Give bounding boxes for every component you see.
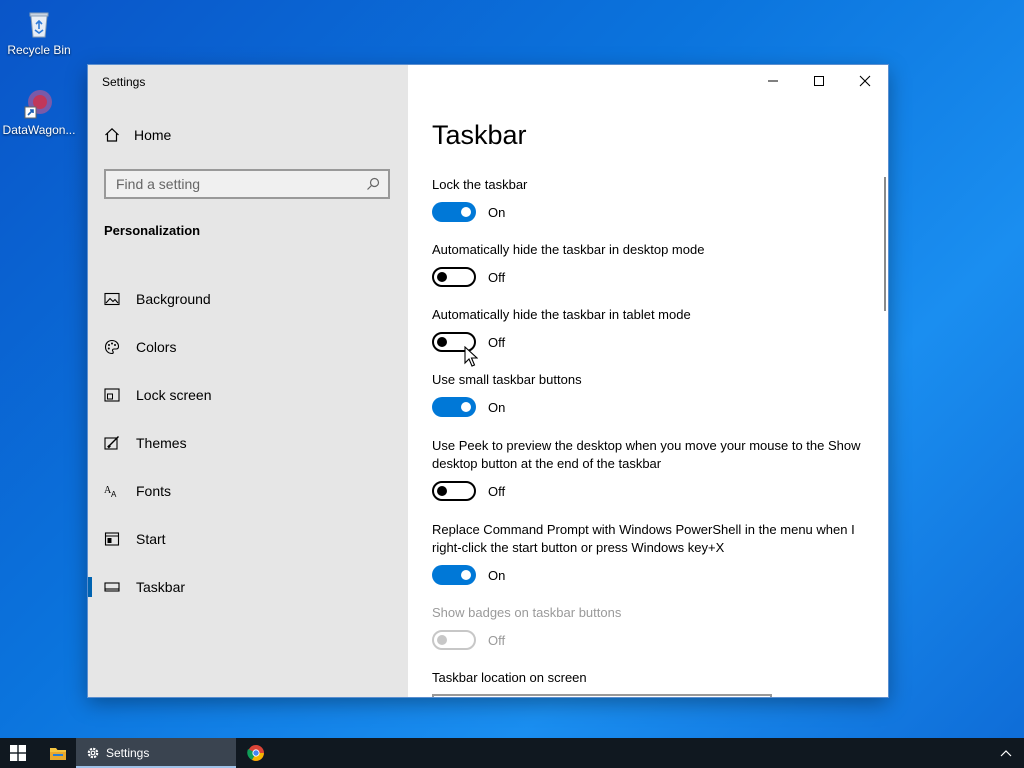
toggle-state-text: On [488,567,506,583]
badges-toggle [432,630,476,650]
start-button[interactable] [0,738,36,768]
sidebar-item-themes[interactable]: Themes [88,419,408,467]
setting-label: Lock the taskbar [432,177,528,192]
lock-screen-icon [104,387,120,403]
fonts-icon: AA [104,483,120,499]
search-icon[interactable] [366,177,380,191]
settings-window: Settings Home Find a setting Personaliza… [88,65,888,697]
powershell-toggle[interactable] [432,565,476,585]
chrome-icon [247,745,264,761]
settings-content-pane: Taskbar Lock the taskbar On Automaticall… [408,65,888,697]
search-input[interactable]: Find a setting [104,169,390,199]
setting-label: Taskbar location on screen [432,670,587,685]
setting-label: Show badges on taskbar buttons [432,605,622,620]
file-explorer-taskbar-button[interactable] [40,738,76,768]
small-buttons-toggle[interactable] [432,397,476,417]
peek-toggle[interactable] [432,481,476,501]
setting-peek: Use Peek to preview the desktop when you… [432,437,872,501]
setting-autohide-tablet: Automatically hide the taskbar in tablet… [432,306,872,352]
autohide-desktop-toggle[interactable] [432,267,476,287]
taskbar-icon [104,579,120,595]
settings-sidebar: Settings Home Find a setting Personaliza… [88,65,408,697]
section-heading: Personalization [104,223,201,238]
toggle-state-text: Off [488,269,506,285]
setting-label: Replace Command Prompt with Windows Powe… [432,522,855,555]
sidebar-item-colors[interactable]: Colors [88,323,408,371]
setting-badges: Show badges on taskbar buttons Off [432,604,872,650]
sidebar-item-label: Lock screen [136,387,212,403]
minimize-button[interactable] [750,65,796,97]
setting-label: Automatically hide the taskbar in deskto… [432,242,705,257]
settings-taskbar-button[interactable]: Settings [76,738,236,768]
toggle-state-text: Off [488,483,506,499]
sidebar-item-label: Start [136,531,166,547]
maximize-button[interactable] [796,65,842,97]
sidebar-item-label: Fonts [136,483,172,499]
palette-icon [104,339,120,355]
taskbar-location-dropdown[interactable] [432,694,772,697]
start-icon [104,531,120,547]
toggle-state-text: Off [488,334,506,350]
page-title: Taskbar [432,120,527,150]
chrome-taskbar-button[interactable] [238,738,274,768]
sidebar-item-fonts[interactable]: AA Fonts [88,467,408,515]
show-hidden-icons-button[interactable] [994,738,1018,768]
toggle-state-text: On [488,399,506,415]
maximize-icon [814,76,824,86]
home-icon [105,127,119,142]
toggle-state-text: On [488,204,506,220]
chevron-up-icon [1000,750,1012,757]
recycle-bin-desktop-icon[interactable]: Recycle Bin [1,8,77,57]
minimize-icon [768,80,778,82]
setting-small-buttons: Use small taskbar buttons On [432,371,872,417]
setting-label: Automatically hide the taskbar in tablet… [432,307,691,322]
sidebar-item-label: Taskbar [136,579,186,595]
datawagon-label: DataWagon... [2,123,76,137]
home-nav-item[interactable]: Home [104,127,171,143]
toggle-state-text: Off [488,632,506,648]
search-placeholder: Find a setting [116,176,201,192]
svg-text:A: A [111,490,117,499]
scrollbar[interactable] [884,177,886,311]
sidebar-item-label: Colors [136,339,177,355]
setting-location: Taskbar location on screen [432,669,872,687]
window-title: Settings [102,75,146,89]
settings-taskbar-label: Settings [106,746,150,760]
sidebar-item-start[interactable]: Start [88,515,408,563]
mouse-cursor-icon [464,346,478,367]
sidebar-item-lock-screen[interactable]: Lock screen [88,371,408,419]
sidebar-item-label: Background [136,291,211,307]
sidebar-nav-list: Background Colors Lock screen Themes A A… [88,275,408,611]
setting-label: Use small taskbar buttons [432,372,582,387]
lock-taskbar-toggle[interactable] [432,202,476,222]
close-icon [859,75,871,87]
themes-brush-icon [104,435,120,451]
setting-label: Use Peek to preview the desktop when you… [432,438,861,471]
setting-autohide-desktop: Automatically hide the taskbar in deskto… [432,241,872,287]
sidebar-item-label: Themes [136,435,187,451]
gear-icon [87,747,99,759]
datawagon-desktop-icon[interactable]: DataWagon... [1,88,77,137]
recycle-bin-label: Recycle Bin [7,43,71,57]
folder-icon [50,748,66,760]
setting-lock-taskbar: Lock the taskbar On [432,176,872,222]
recycle-bin-icon [29,12,49,38]
close-button[interactable] [842,65,888,97]
image-icon [104,291,120,307]
sidebar-item-taskbar[interactable]: Taskbar [88,563,408,611]
windows-logo-icon [10,745,26,761]
caption-buttons [750,65,888,97]
sidebar-item-background[interactable]: Background [88,275,408,323]
setting-powershell: Replace Command Prompt with Windows Powe… [432,521,872,585]
taskbar: Settings [0,738,1024,768]
home-label: Home [134,127,172,143]
datawagon-shortcut-icon [24,90,52,119]
